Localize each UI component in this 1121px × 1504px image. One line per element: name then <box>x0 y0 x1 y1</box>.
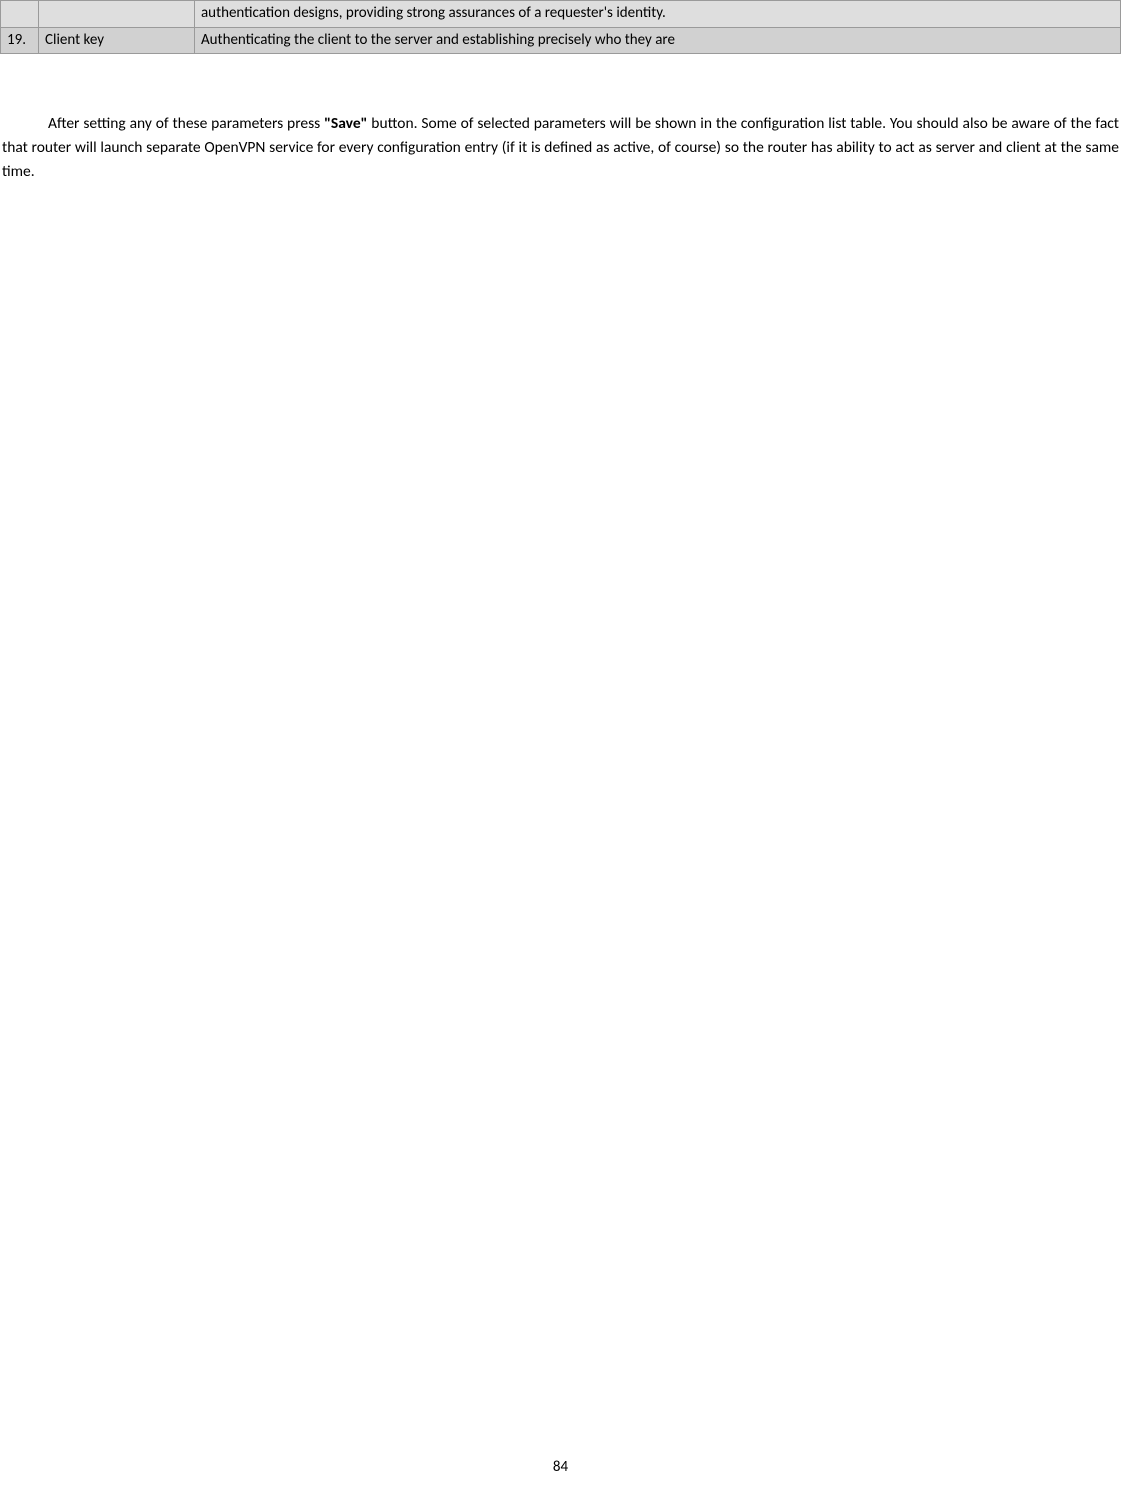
cell-name: Client key <box>39 27 195 54</box>
para-part1: After setting any of these parameters pr… <box>48 114 324 133</box>
cell-num <box>1 1 39 28</box>
page-number: 84 <box>0 1458 1121 1476</box>
parameter-table: authentication designs, providing strong… <box>0 0 1121 54</box>
cell-desc: Authenticating the client to the server … <box>195 27 1121 54</box>
body-paragraph: After setting any of these parameters pr… <box>0 112 1121 184</box>
table-row: authentication designs, providing strong… <box>1 1 1121 28</box>
page-container: authentication designs, providing strong… <box>0 0 1121 1504</box>
table-row: 19. Client key Authenticating the client… <box>1 27 1121 54</box>
cell-num: 19. <box>1 27 39 54</box>
cell-desc: authentication designs, providing strong… <box>195 1 1121 28</box>
para-bold: "Save" <box>324 114 367 133</box>
cell-name <box>39 1 195 28</box>
